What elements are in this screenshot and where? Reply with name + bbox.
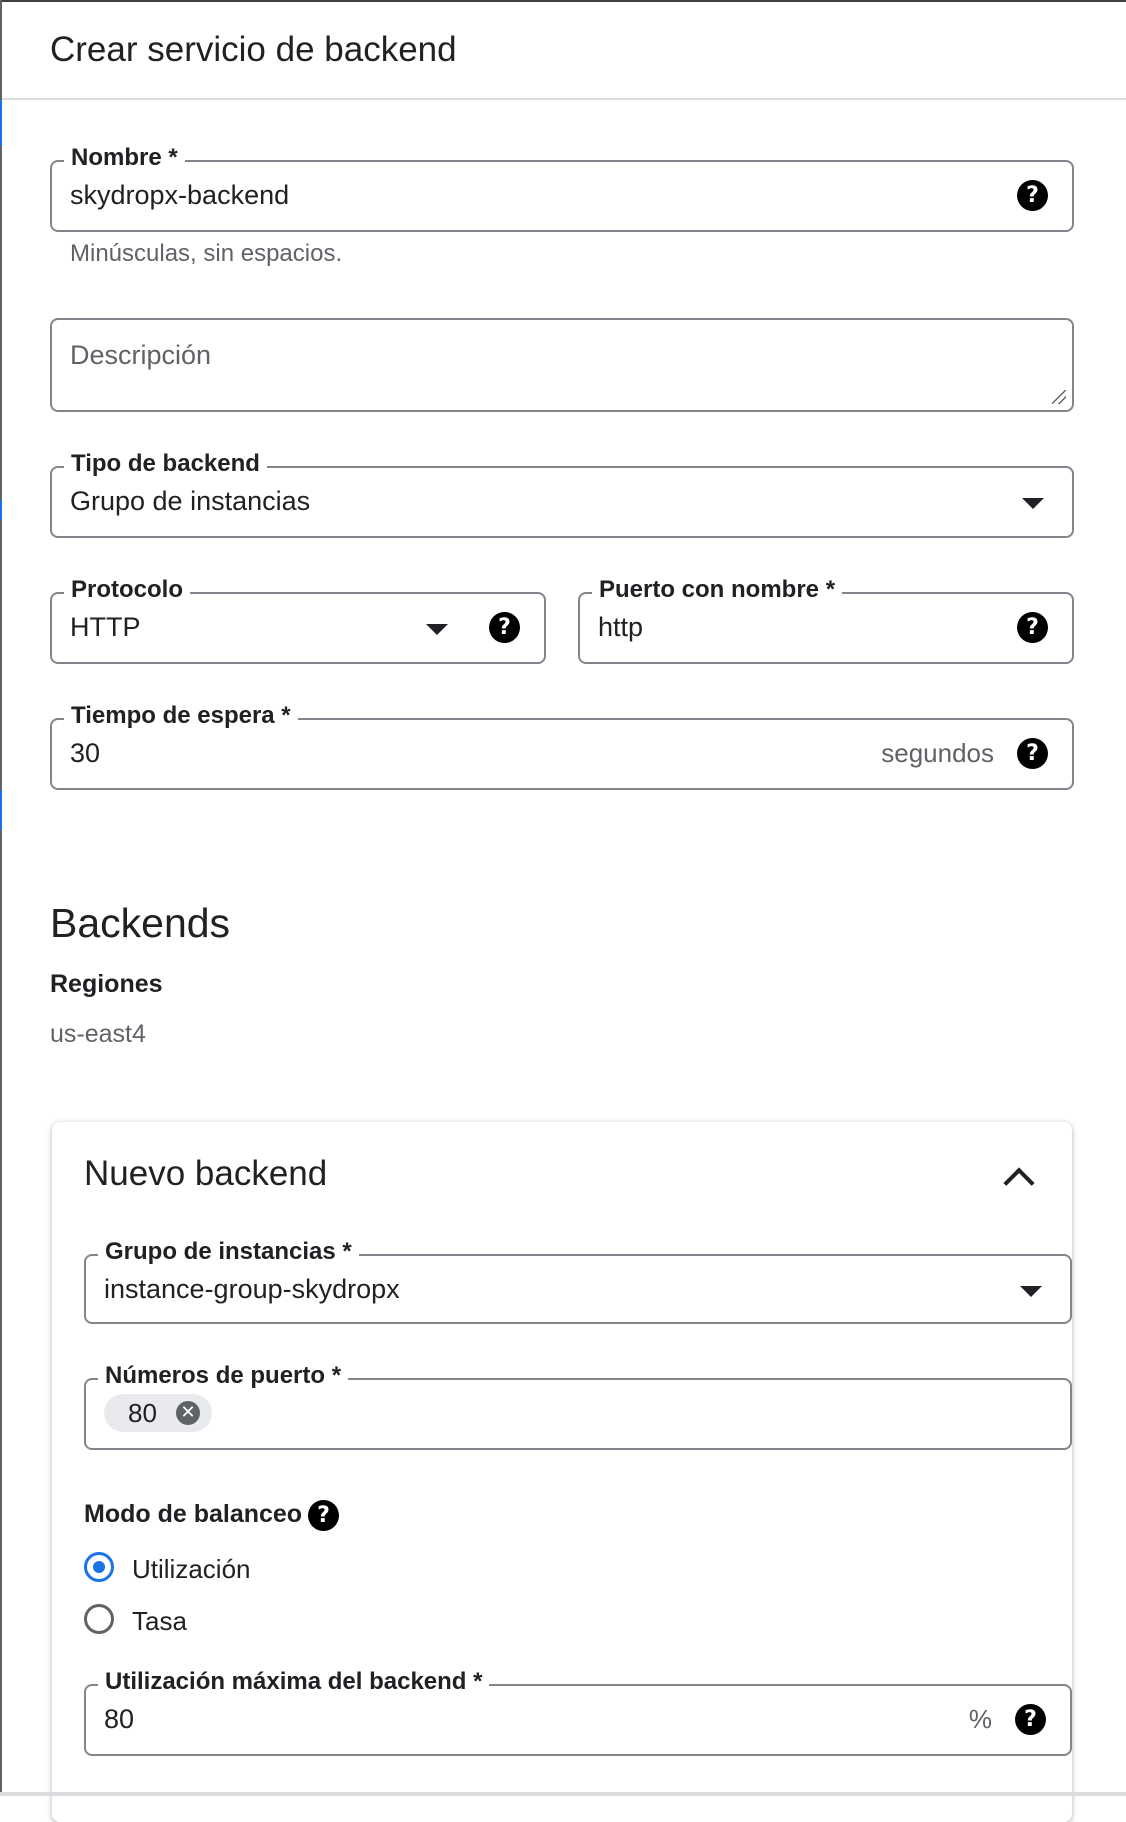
name-hint: Minúsculas, sin espacios. — [70, 240, 343, 267]
cancel-icon[interactable]: ✕ — [176, 1401, 200, 1425]
radio-rate[interactable] — [84, 1604, 114, 1634]
description-field[interactable]: Descripción — [50, 318, 1074, 412]
max-utilization-value[interactable]: 80 — [104, 1686, 134, 1752]
left-accent-mark — [0, 790, 2, 830]
description-placeholder: Descripción — [70, 340, 212, 370]
timeout-field[interactable]: Tiempo de espera * 30 segundos ? — [50, 701, 1074, 790]
backend-type-select[interactable]: Tipo de backend Grupo de instancias — [50, 449, 1074, 538]
left-accent-mark — [0, 100, 2, 146]
max-utilization-field[interactable]: Utilización máxima del backend * 80 % ? — [84, 1667, 1072, 1756]
backends-heading: Backends — [50, 900, 231, 946]
port-chip-label: 80 — [128, 1398, 157, 1428]
new-backend-title: Nuevo backend — [84, 1154, 328, 1193]
instance-group-select[interactable]: Grupo de instancias * instance-group-sky… — [84, 1237, 1072, 1324]
named-port-value[interactable]: http — [598, 594, 643, 660]
max-utilization-unit: % — [968, 1704, 992, 1734]
arrow-drop-down-icon — [1022, 498, 1044, 509]
radio-rate-label: Tasa — [132, 1606, 187, 1636]
instance-group-value: instance-group-skydropx — [104, 1274, 400, 1304]
port-numbers-field[interactable]: Números de puerto * 80 ✕ — [84, 1361, 1072, 1450]
arrow-drop-down-icon — [1020, 1286, 1042, 1297]
page-title: Crear servicio de backend — [50, 30, 457, 69]
timeout-unit: segundos — [881, 738, 994, 768]
panel-header: Crear servicio de backend — [2, 2, 1126, 100]
balancing-mode-label: Modo de balanceo — [84, 1500, 303, 1528]
port-numbers-label: Números de puerto * — [98, 1361, 349, 1391]
left-accent-mark — [0, 500, 2, 520]
protocol-select[interactable]: Protocolo HTTP ? — [50, 575, 546, 664]
radio-utilization[interactable] — [84, 1552, 114, 1582]
backend-type-value: Grupo de instancias — [70, 486, 311, 516]
help-circle-icon[interactable]: ? — [1017, 612, 1048, 643]
chevron-up-icon[interactable] — [1003, 1167, 1035, 1199]
name-field[interactable]: Nombre * skydropx-backend ? — [50, 143, 1074, 232]
regions-label: Regiones — [50, 970, 163, 998]
help-circle-icon[interactable]: ? — [489, 612, 520, 643]
max-utilization-label: Utilización máxima del backend * — [98, 1667, 490, 1697]
arrow-drop-down-icon — [426, 624, 448, 635]
help-circle-icon[interactable]: ? — [1017, 738, 1048, 769]
help-circle-icon[interactable]: ? — [1015, 1704, 1046, 1735]
regions-value: us-east4 — [50, 1020, 146, 1048]
named-port-field[interactable]: Puerto con nombre * http ? — [578, 575, 1074, 664]
help-circle-icon[interactable]: ? — [1017, 180, 1048, 211]
new-backend-card: Nuevo backend Grupo de instancias * inst… — [52, 1122, 1072, 1822]
bottom-divider — [0, 1792, 1126, 1796]
resize-handle-icon[interactable] — [1052, 390, 1066, 404]
port-chip[interactable]: 80 ✕ — [104, 1394, 212, 1432]
timeout-value[interactable]: 30 — [70, 720, 100, 786]
left-panel-edge — [0, 0, 2, 1796]
name-value[interactable]: skydropx-backend — [70, 162, 289, 228]
protocol-value: HTTP — [70, 612, 141, 642]
radio-utilization-label: Utilización — [132, 1554, 251, 1584]
help-circle-icon[interactable]: ? — [308, 1500, 339, 1531]
